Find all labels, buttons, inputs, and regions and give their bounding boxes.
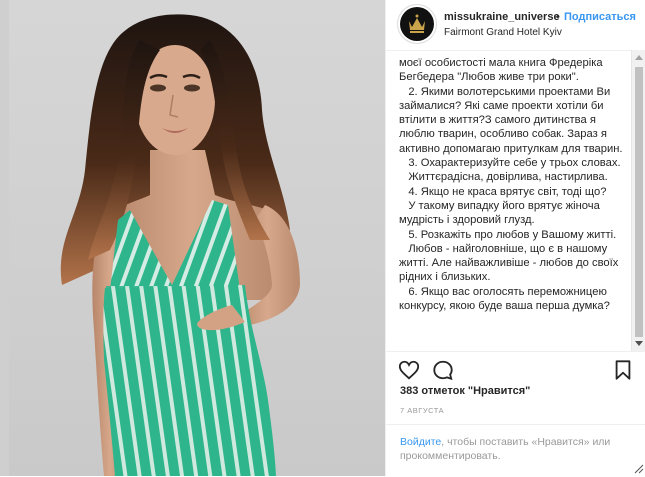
caption-line: 3. Охарактеризуйте себе у трьох словах. [399, 157, 621, 170]
photo-illustration [0, 0, 300, 476]
comment-link[interactable]: прокомментировать [400, 450, 498, 462]
login-prompt-text: , чтобы поставить «Нравится» [441, 436, 590, 448]
scrollbar-thumb[interactable] [635, 67, 643, 337]
login-link[interactable]: Войдите [400, 436, 441, 448]
post-sidebar: missukraine_universe • Подписаться Fairm… [385, 0, 645, 476]
bookmark-icon[interactable] [612, 359, 634, 381]
comment-icon[interactable] [432, 359, 454, 381]
heart-icon[interactable] [398, 359, 420, 381]
post-date[interactable]: 7 АВГУСТА [400, 406, 444, 415]
scroll-up-arrow-icon[interactable] [635, 55, 643, 60]
post-photo[interactable] [0, 0, 385, 476]
location-link[interactable]: Fairmont Grand Hotel Kyiv [444, 27, 562, 38]
caption-line: моєї особистості мала книга Фредеріка Бе… [399, 57, 606, 84]
post-caption: моєї особистості мала книга Фредеріка Бе… [399, 56, 631, 348]
instagram-post: missukraine_universe • Подписаться Fairm… [0, 0, 645, 476]
crown-logo-icon [409, 14, 425, 33]
likes-count[interactable]: 383 отметок "Нравится" [400, 385, 530, 397]
login-prompt: Войдите, чтобы поставить «Нравится» или … [400, 435, 635, 463]
action-bar [386, 351, 645, 388]
avatar[interactable] [400, 7, 434, 41]
caption-line: 4. Якщо не краса врятує світ, тоді що? [399, 185, 607, 198]
resize-grip-icon[interactable] [634, 464, 644, 474]
username-link[interactable]: missukraine_universe [444, 11, 560, 23]
caption-line: Життєрадісна, довірлива, настирлива. [399, 171, 608, 184]
login-prompt-end: . [497, 450, 501, 462]
caption-line: 5. Розкажіть про любов у Вашому житті. [399, 228, 617, 241]
caption-line: 2. Якими волотерськими проектами Ви займ… [399, 85, 623, 155]
caption-line: У такому випадку його врятує жіноча мудр… [399, 199, 603, 227]
post-header: missukraine_universe • Подписаться Fairm… [386, 0, 645, 51]
caption-line: 6. Якщо вас оголосять переможницею конку… [399, 285, 610, 313]
scroll-down-arrow-icon[interactable] [635, 341, 643, 346]
login-prompt-or: или [592, 436, 611, 448]
caption-scrollbar[interactable] [631, 50, 645, 351]
caption-line: Любов - найголовніше, що є в нашому житт… [399, 242, 622, 284]
follow-button[interactable]: Подписаться [564, 11, 636, 23]
separator-dot: • [556, 11, 560, 23]
comment-footer: Войдите, чтобы поставить «Нравится» или … [386, 424, 645, 477]
